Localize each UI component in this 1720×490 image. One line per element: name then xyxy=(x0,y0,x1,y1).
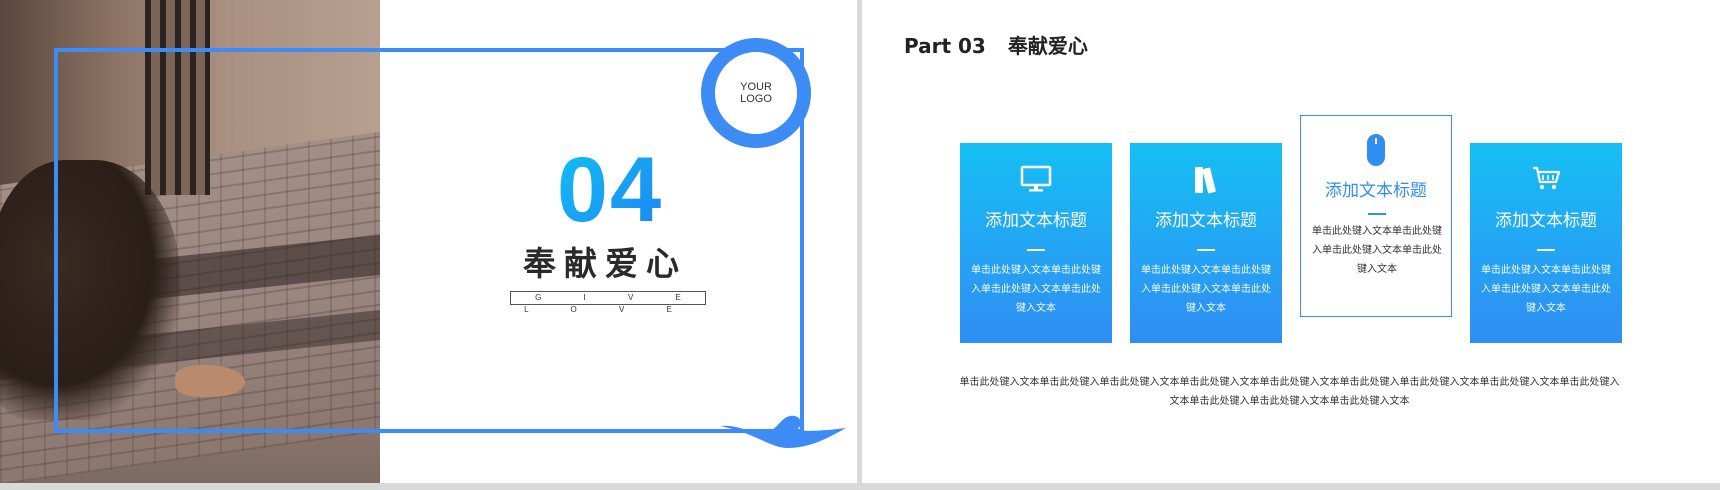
wave-decoration xyxy=(720,415,846,448)
part-heading: Part 03 奉献爱心 xyxy=(904,30,1088,59)
section-subtitle: G I V E L O V E xyxy=(510,291,706,314)
logo-placeholder: YOUR LOGO xyxy=(701,38,811,148)
mouse-icon xyxy=(1367,134,1385,166)
monitor-icon xyxy=(1020,165,1052,192)
card-divider xyxy=(1197,249,1215,251)
card-title: 添加文本标题 xyxy=(1325,181,1427,201)
footer-description: 单击此处键入文本单击此处键入单击此处键入文本单击此处键入文本单击此处键入文本单击… xyxy=(959,377,1620,407)
card-body: 单击此处键入文本单击此处键入单击此处键入文本单击此处键入文本 xyxy=(1141,265,1271,314)
logo-line1: YOUR xyxy=(740,81,772,93)
section-title: 奉献爱心 xyxy=(523,244,687,283)
card-divider xyxy=(1027,249,1045,251)
slide-section-cover[interactable]: YOUR LOGO 04 奉献爱心 G I V E L O V E xyxy=(0,0,857,483)
part-title: 奉献爱心 xyxy=(1007,34,1088,58)
feature-card-2[interactable]: 添加文本标题 单击此处键入文本单击此处键入单击此处键入文本单击此处键入文本 xyxy=(1130,143,1282,343)
feature-card-3[interactable]: 添加文本标题 单击此处键入文本单击此处键入单击此处键入文本单击此处键入文本 xyxy=(1300,115,1452,317)
card-body: 单击此处键入文本单击此处键入单击此处键入文本单击此处键入文本 xyxy=(1481,265,1611,314)
card-title: 添加文本标题 xyxy=(1495,211,1597,231)
cart-icon xyxy=(1533,166,1561,190)
logo-line2: LOGO xyxy=(740,93,772,105)
section-number: 04 xyxy=(540,140,680,240)
books-icon xyxy=(1195,167,1216,194)
card-divider xyxy=(1368,213,1386,215)
feature-card-4[interactable]: 添加文本标题 单击此处键入文本单击此处键入单击此处键入文本单击此处键入文本 xyxy=(1470,143,1622,343)
slide-part-content[interactable]: Part 03 奉献爱心 添加文本标题 单击此处键入文本单击此处键入单击此处键入文… xyxy=(862,0,1720,483)
card-title: 添加文本标题 xyxy=(985,211,1087,231)
feature-card-1[interactable]: 添加文本标题 单击此处键入文本单击此处键入单击此处键入文本单击此处键入文本 xyxy=(960,143,1112,343)
card-body: 单击此处键入文本单击此处键入单击此处键入文本单击此处键入文本 xyxy=(971,265,1101,314)
card-title: 添加文本标题 xyxy=(1155,211,1257,231)
part-label: Part 03 xyxy=(904,34,986,58)
card-divider xyxy=(1537,249,1555,251)
card-body: 单击此处键入文本单击此处键入单击此处键入文本单击此处键入文本 xyxy=(1312,226,1442,275)
